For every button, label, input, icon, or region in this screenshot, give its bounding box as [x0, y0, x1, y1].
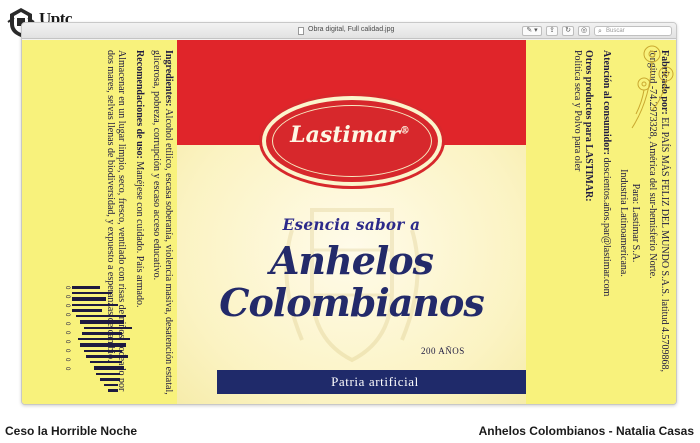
- contact-text: doscientos.años.par@lastimar.com: [601, 157, 612, 297]
- recommendations-block: Recomendaciones de uso: Manéjese con cui…: [134, 50, 145, 396]
- rotate-icon: ↻: [565, 27, 571, 34]
- footer-bar: Patria artificial: [217, 370, 533, 394]
- ingredients-block: Ingredientes: Alcohol etílico, escasa so…: [151, 50, 175, 396]
- search-icon: ⌕: [598, 28, 602, 35]
- brand-text: Lastimar: [290, 122, 400, 148]
- caption-left: Ceso la Horrible Noche: [5, 424, 138, 438]
- registered-mark: ®: [399, 125, 410, 137]
- contact-title: Atención al consumidor:: [601, 50, 612, 155]
- center-panel: Lastimar® Esencia sabor a Anhelos Colomb…: [177, 40, 533, 404]
- pen-icon: ✎ ▾: [526, 27, 538, 34]
- label-artwork: Ingredientes: Alcohol etílico, escasa so…: [22, 40, 676, 404]
- title-line-2: Colombianos: [219, 280, 485, 325]
- recommendations-title: Recomendaciones de uso:: [134, 50, 145, 159]
- left-panel: Ingredientes: Alcohol etílico, escasa so…: [22, 40, 177, 404]
- search-placeholder: Buscar: [606, 28, 625, 34]
- others-text: Política seca y Polvo para oler: [572, 50, 583, 172]
- document-icon: [298, 27, 304, 35]
- ingredients-title: Ingredientes:: [163, 50, 174, 107]
- markup-button[interactable]: ◎: [578, 26, 590, 36]
- markup-icon: ◎: [580, 27, 588, 34]
- pen-button[interactable]: ✎ ▾: [522, 26, 542, 36]
- barcode-map-icon: [72, 286, 132, 392]
- others-block: Otros productos para LASTIMAR: Política s…: [572, 50, 595, 396]
- contact-block: Atención al consumidor: doscientos.años.…: [601, 50, 612, 396]
- window-title: Obra digital, Full calidad.jpg: [308, 26, 395, 33]
- preview-window: Obra digital, Full calidad.jpg ✎ ▾ ⇪ ↻ ◎…: [21, 22, 677, 405]
- flowers-icon: [631, 45, 674, 129]
- years-text: 200 AÑOS: [421, 346, 465, 356]
- brand-name: Lastimar®: [266, 122, 434, 148]
- window-titlebar: Obra digital, Full calidad.jpg ✎ ▾ ⇪ ↻ ◎…: [22, 23, 676, 39]
- footer-text: Patria artificial: [331, 374, 419, 389]
- others-title: Otros productos para LASTIMAR:: [583, 50, 595, 202]
- search-field[interactable]: ⌕ Buscar: [594, 26, 672, 36]
- title-line-1: Anhelos: [269, 238, 434, 283]
- share-button[interactable]: ⇪: [546, 26, 558, 36]
- recommendations-text: Manéjese con cuidado. País armado.: [134, 161, 145, 308]
- slogan: Esencia sabor a: [282, 215, 421, 234]
- share-icon: ⇪: [549, 27, 555, 34]
- brand-oval: Lastimar®: [262, 96, 442, 186]
- rotate-button[interactable]: ↻: [562, 26, 574, 36]
- caption-right: Anhelos Colombianos - Natalia Casas: [478, 424, 694, 438]
- barcode-digits: 0 0 0 0 0 0 0 0 0 0: [64, 286, 70, 373]
